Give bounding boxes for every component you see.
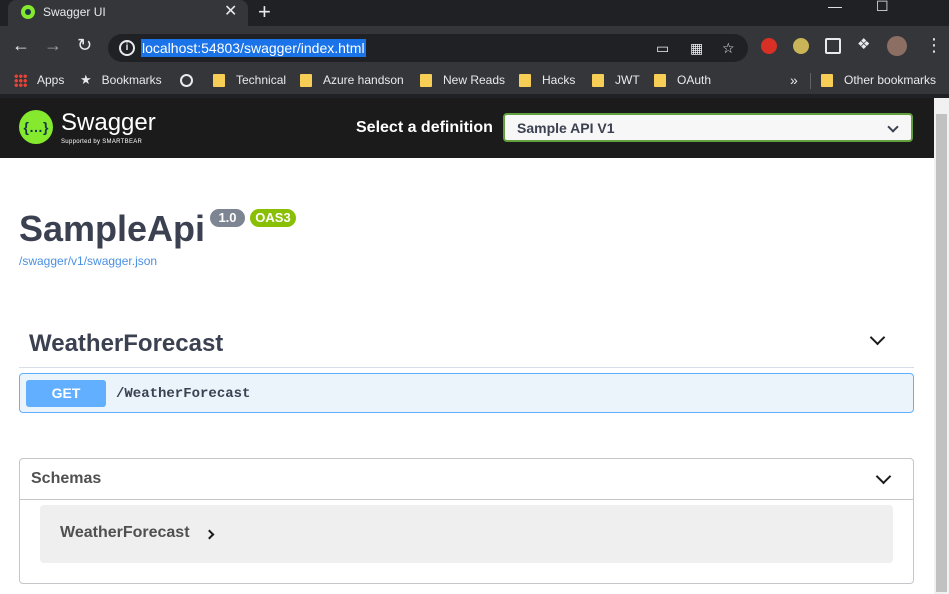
cast-icon[interactable]: ▭ <box>656 40 669 57</box>
bookmark-folder[interactable]: OAuth <box>654 71 711 89</box>
swagger-logo-subtitle: Supported by SMARTBEAR <box>61 139 143 145</box>
globe-icon <box>180 73 193 87</box>
qr-code-icon[interactable]: ▦ <box>690 40 703 57</box>
folder-icon <box>213 73 225 87</box>
avatar[interactable] <box>887 36 907 56</box>
address-bar[interactable]: i localhost:54803/swagger/index.html ▭ ▦… <box>108 34 748 62</box>
bookmarks-bar: Apps ★ Bookmarks Technical Azure handson… <box>0 66 949 94</box>
bookmark-bookmarks[interactable]: ★ Bookmarks <box>80 71 162 89</box>
chevron-right-icon[interactable] <box>204 529 215 540</box>
info-icon[interactable]: i <box>119 40 135 56</box>
back-arrow-icon[interactable]: ← <box>12 36 30 54</box>
tag-title: WeatherForecast <box>29 330 224 357</box>
definition-select-value: Sample API V1 <box>517 120 615 136</box>
bookmark-folder[interactable]: Technical <box>213 71 286 89</box>
reload-icon[interactable]: ↻ <box>77 36 92 54</box>
operation-path: /WeatherForecast <box>116 386 251 402</box>
bookmark-label: Apps <box>37 73 65 87</box>
bookmark-label: JWT <box>615 73 640 87</box>
kebab-menu-icon[interactable]: ⋮ <box>925 36 943 54</box>
swagger-logo-text[interactable]: Swagger <box>61 110 156 136</box>
tab-close-icon[interactable]: ✕ <box>224 3 237 21</box>
schemas-section: Schemas WeatherForecast <box>19 458 914 584</box>
folder-icon <box>592 73 604 87</box>
bookmarks-overflow-button[interactable]: » <box>790 71 798 89</box>
bookmark-label: OAuth <box>677 73 712 87</box>
schemas-header[interactable]: Schemas <box>20 459 913 500</box>
bookmark-folder[interactable]: JWT <box>592 71 640 89</box>
star-icon[interactable]: ☆ <box>722 40 735 57</box>
bookmark-globe[interactable] <box>180 71 193 89</box>
bookmark-apps[interactable]: Apps <box>14 71 64 89</box>
shield-extension-icon[interactable] <box>793 38 809 54</box>
swagger-logo-icon[interactable]: {…} <box>19 110 53 144</box>
bookmark-folder[interactable]: New Reads <box>420 71 505 89</box>
swagger-json-link[interactable]: /swagger/v1/swagger.json <box>19 254 157 268</box>
oas-badge: OAS3 <box>250 209 296 227</box>
swagger-favicon-icon <box>21 5 35 19</box>
version-badge: 1.0 <box>210 209 245 227</box>
bookmark-folder[interactable]: Hacks <box>519 71 575 89</box>
api-title: SampleApi <box>19 208 206 249</box>
bookmark-label: Other bookmarks <box>844 73 937 87</box>
definition-label: Select a definition <box>356 119 493 136</box>
page-scrollbar[interactable] <box>934 98 949 594</box>
method-badge: GET <box>26 380 106 407</box>
operation-get-weatherforecast[interactable]: GET /WeatherForecast <box>19 373 914 413</box>
folder-icon <box>821 73 833 87</box>
swagger-topbar: {…} Swagger Supported by SMARTBEAR Selec… <box>0 98 934 158</box>
tab-strip: Swagger UI ✕ + — ☐ <box>0 0 949 26</box>
screenshot-extension-icon[interactable] <box>825 38 841 54</box>
extensions-icon[interactable]: ❖ <box>857 36 870 54</box>
bookmark-label: Bookmarks <box>101 73 162 87</box>
bookmark-folder[interactable]: Azure handson <box>300 71 404 89</box>
tab-swagger-ui[interactable]: Swagger UI ✕ <box>8 0 248 26</box>
definition-select[interactable]: Sample API V1 <box>503 113 913 142</box>
tag-weatherforecast-header[interactable]: WeatherForecast <box>19 320 914 368</box>
chevron-down-icon <box>887 121 899 133</box>
forward-arrow-icon[interactable]: → <box>44 36 62 54</box>
schemas-title: Schemas <box>31 470 102 487</box>
bookmark-other[interactable]: Other bookmarks <box>821 71 936 89</box>
star-icon: ★ <box>80 72 92 87</box>
folder-icon <box>300 73 312 87</box>
minimize-button[interactable]: — <box>828 0 842 14</box>
bookmarks-divider <box>810 73 811 89</box>
adblock-extension-icon[interactable] <box>761 38 777 54</box>
browser-chrome: Swagger UI ✕ + — ☐ ← → ↻ i localhost:548… <box>0 0 949 98</box>
chevron-down-icon[interactable] <box>875 468 892 485</box>
folder-icon <box>519 73 531 87</box>
chevron-down-icon[interactable] <box>869 329 886 346</box>
apps-grid-icon <box>14 73 27 87</box>
browser-toolbar: ← → ↻ i localhost:54803/swagger/index.ht… <box>0 26 949 66</box>
bookmark-label: Technical <box>236 73 287 87</box>
bookmark-label: Hacks <box>542 73 576 87</box>
folder-icon <box>420 73 432 87</box>
url-text[interactable]: localhost:54803/swagger/index.html <box>141 39 366 57</box>
new-tab-button[interactable]: + <box>258 0 271 24</box>
bookmark-label: New Reads <box>443 73 506 87</box>
bookmark-label: Azure handson <box>323 73 404 87</box>
folder-icon <box>654 73 666 87</box>
schema-item-weatherforecast[interactable]: WeatherForecast <box>40 505 893 563</box>
maximize-button[interactable]: ☐ <box>876 0 889 15</box>
tab-title: Swagger UI <box>43 5 106 19</box>
schema-name: WeatherForecast <box>60 524 190 541</box>
scrollbar-thumb[interactable] <box>936 114 947 592</box>
